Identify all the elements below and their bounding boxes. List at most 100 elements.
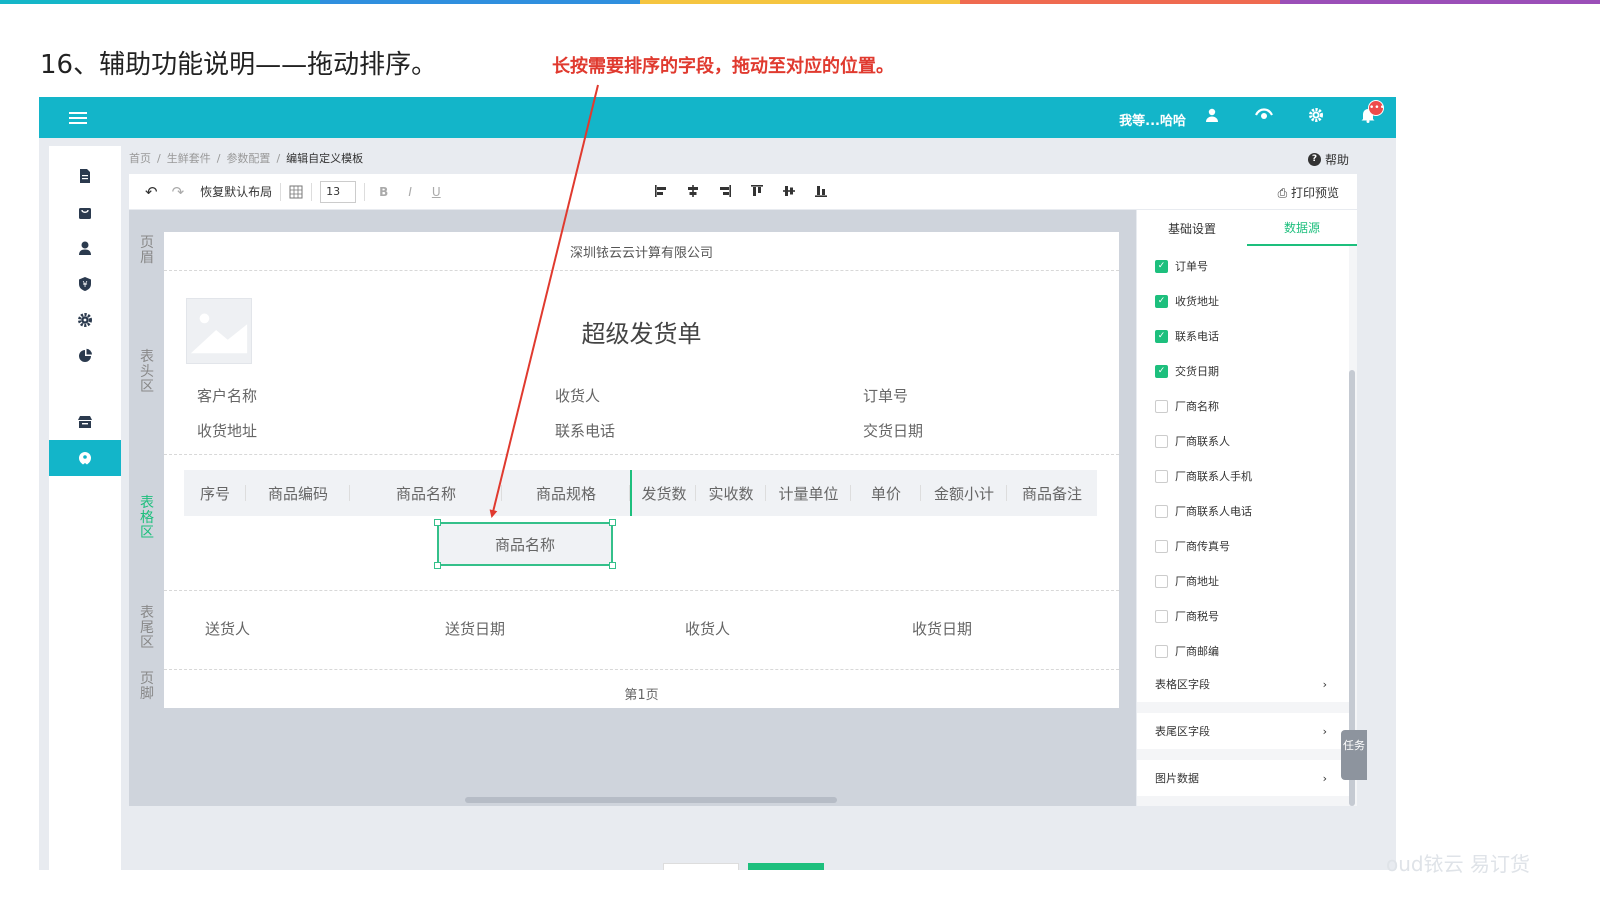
font-size-input[interactable] [320, 180, 357, 203]
breadcrumb-sep: / [276, 151, 281, 165]
section-table-fields[interactable]: 表格区字段 › [1137, 666, 1349, 702]
user-icon[interactable] [1200, 106, 1224, 130]
breadcrumb-home[interactable]: 首页 [129, 150, 151, 166]
document-title[interactable]: 超级发货单 [164, 314, 1119, 349]
checkbox-unchecked[interactable] [1155, 609, 1168, 623]
bell-icon[interactable]: ••• [1356, 100, 1385, 130]
checkbox-unchecked[interactable] [1155, 644, 1168, 658]
checkbox-checked[interactable]: ✓ [1155, 329, 1168, 343]
checkbox-unchecked[interactable] [1155, 469, 1168, 483]
tail-field-deliverer[interactable]: 送货人 [205, 618, 250, 639]
resize-handle[interactable] [434, 562, 441, 569]
section-tail-fields[interactable]: 表尾区字段 › [1137, 713, 1349, 749]
field-checkbox-row[interactable]: ✓ 联系电话 [1155, 328, 1219, 344]
field-checkbox-row[interactable]: ✓ 交货日期 [1155, 363, 1219, 379]
tab-data-source[interactable]: 数据源 [1247, 210, 1357, 246]
resize-handle[interactable] [434, 519, 441, 526]
restore-layout-button[interactable]: 恢复默认布局 [200, 183, 272, 200]
column-header[interactable]: 实收数 [696, 470, 766, 516]
field-checkbox-row[interactable]: ✓ 订单号 [1155, 258, 1208, 274]
eye-icon[interactable] [1252, 106, 1276, 130]
tab-basic-settings[interactable]: 基础设置 [1137, 210, 1247, 246]
italic-button[interactable]: I [408, 185, 412, 199]
align-center-v-icon[interactable] [782, 181, 796, 201]
help-label: 帮助 [1324, 153, 1349, 167]
sidebar-item-finance[interactable]: ¥ [49, 266, 121, 302]
sidebar-item-tag[interactable] [49, 440, 121, 476]
checkbox-unchecked[interactable] [1155, 504, 1168, 518]
field-checkbox-row[interactable]: 厂商地址 [1155, 573, 1219, 589]
column-header[interactable]: 商品规格 [502, 470, 630, 516]
align-left-icon[interactable] [654, 181, 668, 201]
column-header[interactable]: 商品备注 [1007, 470, 1097, 516]
align-top-icon[interactable] [750, 181, 764, 201]
checkbox-unchecked[interactable] [1155, 539, 1168, 553]
align-right-icon[interactable] [718, 181, 732, 201]
field-checkbox-row[interactable]: 厂商联系人手机 [1155, 468, 1252, 484]
field-checkbox-row[interactable]: 厂商传真号 [1155, 538, 1230, 554]
head-field-receiver[interactable]: 收货人 [555, 385, 600, 406]
column-header[interactable]: 计量单位 [766, 470, 851, 516]
sidebar-item-store[interactable] [49, 404, 121, 440]
bold-button[interactable]: B [379, 185, 388, 199]
checkbox-checked[interactable]: ✓ [1155, 364, 1168, 378]
column-header[interactable]: 单价 [851, 470, 921, 516]
tail-field-receive-date[interactable]: 收货日期 [912, 618, 972, 639]
field-checkbox-row[interactable]: 厂商邮编 [1155, 643, 1219, 659]
user-name[interactable]: 我等...哈哈 [1119, 110, 1186, 129]
head-field-customer[interactable]: 客户名称 [197, 385, 257, 406]
tail-field-delivery-date[interactable]: 送货日期 [445, 618, 505, 639]
sidebar-item-bag[interactable] [49, 194, 121, 230]
breadcrumb-suite[interactable]: 生鲜套件 [167, 150, 211, 166]
sidebar-item-stats[interactable] [49, 338, 121, 374]
align-center-h-icon[interactable] [686, 181, 700, 201]
field-checkbox-row[interactable]: 厂商联系人电话 [1155, 503, 1252, 519]
person-icon [79, 241, 91, 255]
checkbox-unchecked[interactable] [1155, 434, 1168, 448]
head-field-delivery-date[interactable]: 交货日期 [863, 420, 923, 441]
column-header[interactable]: 序号 [184, 470, 246, 516]
breadcrumb-config[interactable]: 参数配置 [226, 150, 270, 166]
undo-button[interactable]: ↶ [145, 183, 158, 201]
column-header[interactable]: 商品编码 [246, 470, 350, 516]
align-bottom-icon[interactable] [814, 181, 828, 201]
checkbox-checked[interactable]: ✓ [1155, 259, 1168, 273]
cancel-button[interactable]: 取 消 [663, 863, 739, 870]
section-image-data[interactable]: 图片数据 › [1137, 760, 1349, 796]
field-checkbox-row[interactable]: ✓ 收货地址 [1155, 293, 1219, 309]
horizontal-scrollbar[interactable] [465, 797, 837, 803]
resize-handle[interactable] [609, 562, 616, 569]
tag-icon [79, 452, 91, 465]
field-checkbox-row[interactable]: 厂商税号 [1155, 608, 1219, 624]
print-preview-button[interactable]: ⎙ 打印预览 [1278, 184, 1339, 201]
dragging-column[interactable]: 商品名称 [434, 519, 616, 569]
checkbox-unchecked[interactable] [1155, 399, 1168, 413]
field-checkbox-label: 厂商名称 [1175, 400, 1219, 413]
redo-button[interactable]: ↷ [172, 183, 185, 201]
field-checkbox-row[interactable]: 厂商名称 [1155, 398, 1219, 414]
save-button[interactable]: 保 存 [748, 863, 824, 870]
head-field-phone[interactable]: 联系电话 [555, 420, 615, 441]
help-link[interactable]: ? 帮助 [1307, 151, 1349, 168]
underline-button[interactable]: U [432, 185, 441, 199]
task-side-tab[interactable]: 任务 [1341, 730, 1367, 780]
menu-icon[interactable] [69, 109, 91, 127]
head-field-address[interactable]: 收货地址 [197, 420, 257, 441]
sidebar-item-person[interactable] [49, 230, 121, 266]
field-checkbox-label: 订单号 [1175, 260, 1208, 273]
field-checkbox-row[interactable]: 厂商联系人 [1155, 433, 1230, 449]
column-header[interactable]: 金额小计 [921, 470, 1007, 516]
resize-handle[interactable] [609, 519, 616, 526]
company-name[interactable]: 深圳铱云云计算有限公司 [164, 242, 1119, 261]
head-field-order-no[interactable]: 订单号 [863, 385, 908, 406]
column-header[interactable]: 发货数 [630, 470, 696, 516]
sidebar-item-settings[interactable] [49, 302, 121, 338]
checkbox-unchecked[interactable] [1155, 574, 1168, 588]
checkbox-checked[interactable]: ✓ [1155, 294, 1168, 308]
sidebar-item-document[interactable] [49, 158, 121, 194]
annotation-text: 长按需要排序的字段，拖动至对应的位置。 [552, 56, 894, 77]
tail-field-receiver[interactable]: 收货人 [685, 618, 730, 639]
gear-icon[interactable] [1304, 106, 1328, 130]
grid-icon[interactable] [289, 185, 303, 199]
column-header[interactable]: 商品名称 [350, 470, 502, 516]
